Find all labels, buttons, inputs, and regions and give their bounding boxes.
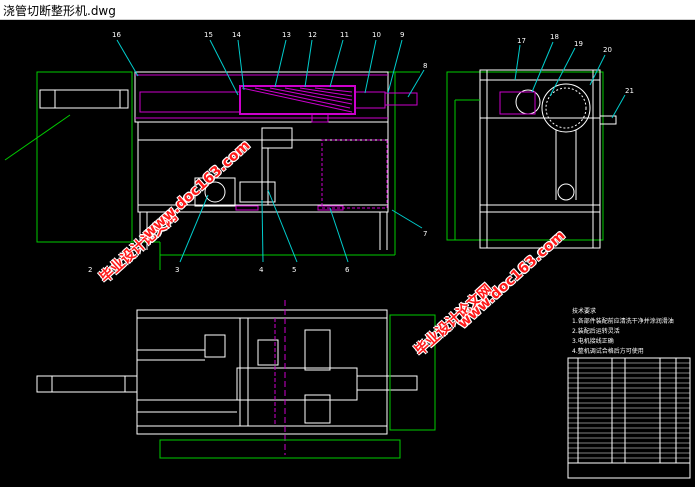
part-number-label: 9 (400, 31, 404, 39)
part-number-label: 20 (603, 46, 612, 54)
tech-note-line: 4.整机调试合格后方可使用 (572, 347, 644, 355)
part-number-label: 19 (574, 40, 583, 48)
part-number-label: 4 (259, 266, 264, 274)
window-titlebar: 浇管切断整形机.dwg (0, 0, 695, 20)
title-block-rows (568, 362, 690, 459)
side-view (446, 69, 617, 249)
part-number-label: 16 (112, 31, 121, 39)
part-number-label: 11 (340, 31, 349, 39)
top-view (36, 300, 436, 459)
front-view-leaders (4, 39, 425, 263)
window-title: 浇管切断整形机.dwg (3, 4, 116, 18)
cad-drawing: 16 15 14 13 12 11 10 9 8 7 6 5 4 3 2 17 18 19 20 21 技术要求 1.… (4, 31, 691, 479)
part-number-label: 8 (423, 62, 427, 70)
part-number-label: 3 (175, 266, 179, 274)
part-number-label: 2 (88, 266, 92, 274)
tech-notes: 技术要求 1.各部件装配前应清洗干净并涂润滑油 2.装配后运转灵活 3.电机接线… (572, 307, 674, 355)
cad-canvas[interactable]: 16 15 14 13 12 11 10 9 8 7 6 5 4 3 2 17 18 19 20 21 技术要求 1.… (0, 20, 695, 483)
part-number-label: 21 (625, 87, 634, 95)
part-number-label: 12 (308, 31, 317, 39)
part-number-label: 13 (282, 31, 291, 39)
tech-note-line: 1.各部件装配前应清洗干净并涂润滑油 (572, 317, 674, 325)
part-number-label: 7 (423, 230, 427, 238)
part-number-label: 15 (204, 31, 213, 39)
tech-note-line: 2.装配后运转灵活 (572, 327, 620, 335)
tech-note-line: 3.电机接线正确 (572, 337, 614, 345)
part-number-label: 18 (550, 33, 559, 41)
tech-notes-heading: 技术要求 (572, 307, 596, 315)
part-number-label: 6 (345, 266, 350, 274)
part-number-label: 5 (292, 266, 296, 274)
part-number-label: 17 (517, 37, 526, 45)
part-number-label: 14 (232, 31, 241, 39)
part-number-label: 10 (372, 31, 381, 39)
